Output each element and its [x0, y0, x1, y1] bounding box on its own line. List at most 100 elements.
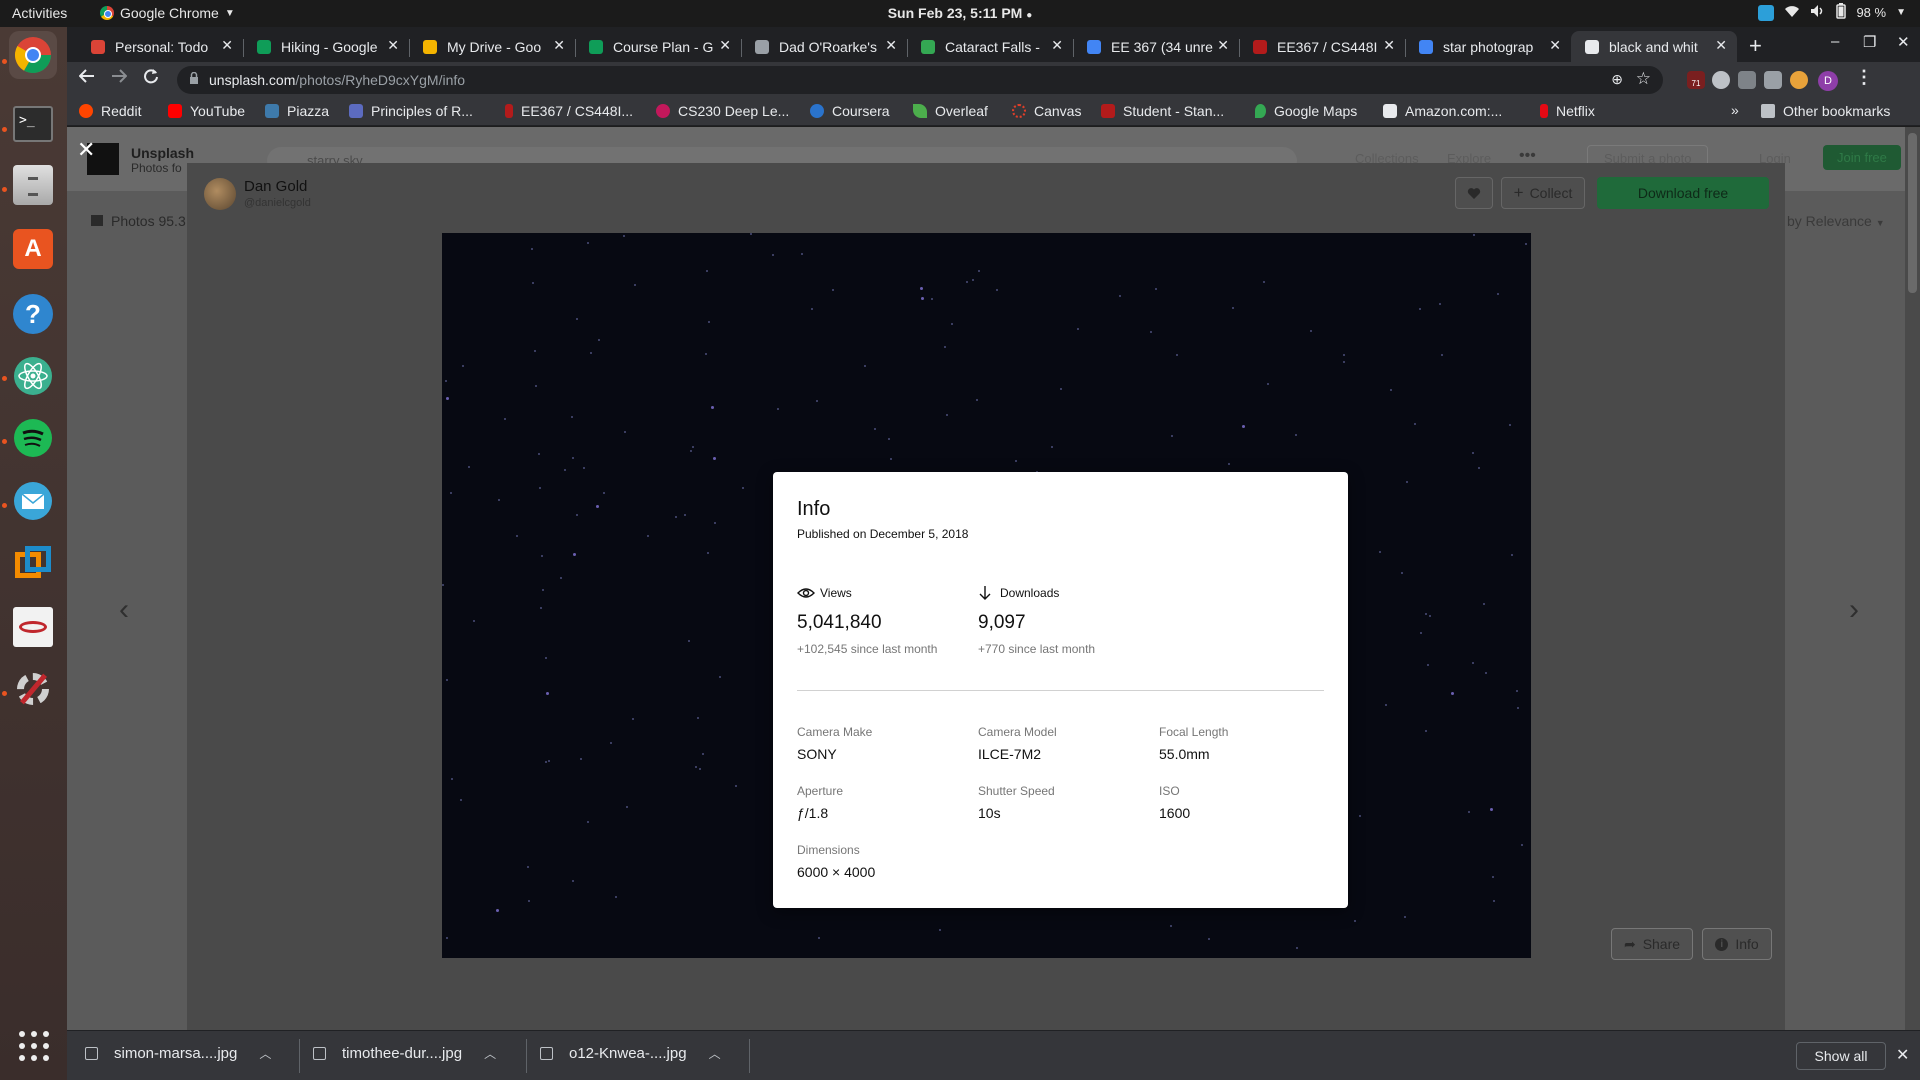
install-app-icon[interactable]: ⊕ — [1611, 71, 1623, 88]
scrollbar-thumb[interactable] — [1908, 133, 1917, 293]
author-name[interactable]: Dan Gold — [244, 178, 307, 195]
dock-terminal[interactable]: >_ — [9, 100, 57, 148]
star-dot — [595, 505, 599, 508]
dock-help[interactable]: ? — [9, 290, 57, 338]
back-button[interactable] — [78, 68, 95, 89]
extension-icon[interactable] — [1712, 71, 1730, 89]
dock-settings[interactable] — [9, 665, 57, 713]
tab[interactable]: Personal: Todo ✕ — [77, 31, 243, 62]
extension-icon[interactable] — [1738, 71, 1756, 89]
tab[interactable]: Hiking - Google ✕ — [243, 31, 409, 62]
collect-button[interactable]: + Collect — [1501, 177, 1585, 209]
close-tab-icon[interactable]: ✕ — [1217, 37, 1229, 54]
author-handle: @danielcgold — [244, 197, 311, 209]
forward-button[interactable] — [111, 68, 128, 89]
star-dot — [1379, 550, 1382, 553]
previous-photo-chevron-icon[interactable]: ‹ — [119, 593, 129, 627]
close-tab-icon[interactable]: ✕ — [221, 37, 233, 54]
bookmark-reddit[interactable]: Reddit — [79, 103, 141, 119]
clock[interactable]: Sun Feb 23, 5:11 PM ● — [0, 5, 1920, 21]
close-window-button[interactable]: ✕ — [1897, 33, 1910, 51]
tab-title: Hiking - Google — [281, 38, 378, 55]
dock-files[interactable] — [9, 161, 57, 209]
chevron-up-icon[interactable]: ︿ — [484, 1045, 496, 1062]
close-tab-icon[interactable]: ✕ — [553, 37, 565, 54]
close-downloads-bar-icon[interactable]: ✕ — [1896, 1045, 1909, 1065]
tab[interactable]: Cataract Falls - ✕ — [907, 31, 1073, 62]
extension-icon[interactable]: 71 — [1687, 71, 1705, 89]
star-dot — [978, 270, 980, 273]
photos-tab[interactable]: Photos 95.3 — [91, 213, 186, 229]
close-tab-icon[interactable]: ✕ — [1715, 37, 1727, 54]
chevron-up-icon[interactable]: ︿ — [709, 1045, 721, 1062]
other-bookmarks[interactable]: Other bookmarks — [1761, 103, 1890, 119]
show-applications-icon[interactable] — [19, 1031, 49, 1061]
bookmark-principles[interactable]: Principles of R... — [349, 103, 473, 119]
chevron-up-icon[interactable]: ︿ — [259, 1045, 271, 1062]
close-tab-icon[interactable]: ✕ — [1051, 37, 1063, 54]
show-all-downloads-button[interactable]: Show all — [1796, 1042, 1886, 1070]
bookmark-coursera[interactable]: Coursera — [810, 103, 890, 119]
like-button[interactable] — [1455, 177, 1493, 209]
close-tab-icon[interactable]: ✕ — [719, 37, 731, 54]
bookmark-google-maps[interactable]: Google Maps — [1255, 103, 1357, 119]
system-tray[interactable]: 98 % ▼ — [1758, 3, 1906, 22]
download-item[interactable]: simon-marsa....jpg ︿ — [85, 1045, 271, 1062]
dock-software[interactable]: A — [9, 225, 57, 273]
dock-document-viewer[interactable] — [9, 603, 57, 651]
tab[interactable]: Dad O'Roarke's ✕ — [741, 31, 907, 62]
star-dot — [708, 320, 711, 323]
tab-active[interactable]: black and whit ✕ — [1571, 31, 1737, 62]
close-tab-icon[interactable]: ✕ — [1383, 37, 1395, 54]
author-avatar[interactable] — [204, 178, 236, 210]
bookmark-star-icon[interactable]: ☆ — [1636, 69, 1651, 89]
star-dot — [1429, 615, 1432, 618]
download-free-button[interactable]: Download free — [1597, 177, 1769, 209]
star-dot — [1478, 466, 1481, 469]
extension-icon[interactable] — [1764, 71, 1782, 89]
star-dot — [545, 760, 548, 763]
tab[interactable]: EE367 / CS448I ✕ — [1239, 31, 1405, 62]
tab[interactable]: EE 367 (34 unre ✕ — [1073, 31, 1239, 62]
bookmark-student[interactable]: Student - Stan... — [1101, 103, 1224, 119]
bookmark-amazon[interactable]: Amazon.com:... — [1383, 103, 1502, 119]
dock-chrome[interactable] — [9, 31, 57, 79]
scrollbar[interactable] — [1905, 127, 1920, 1030]
download-item[interactable]: o12-Knwea-....jpg ︿ — [540, 1045, 721, 1062]
dock-mail[interactable] — [9, 477, 57, 525]
dock-atom[interactable] — [9, 352, 57, 400]
bookmark-canvas[interactable]: Canvas — [1012, 103, 1081, 119]
reload-button[interactable] — [143, 68, 159, 89]
bookmark-netflix[interactable]: Netflix — [1540, 103, 1595, 119]
chrome-menu-icon[interactable]: ⋮ — [1855, 67, 1873, 88]
bookmark-youtube[interactable]: YouTube — [168, 103, 245, 119]
bookmark-ee367[interactable]: EE367 / CS448I... — [505, 103, 633, 119]
next-photo-chevron-icon[interactable]: › — [1849, 593, 1859, 627]
close-tab-icon[interactable]: ✕ — [1549, 37, 1561, 54]
close-overlay-button[interactable]: ✕ — [77, 137, 95, 163]
new-tab-button[interactable]: + — [1749, 33, 1762, 59]
address-bar[interactable]: unsplash.com/photos/RyheD9cxYgM/info ⊕ ☆ — [177, 66, 1663, 94]
dock-vmware[interactable] — [9, 540, 57, 588]
wifi-icon — [1784, 4, 1800, 21]
tab[interactable]: Course Plan - G ✕ — [575, 31, 741, 62]
bookmark-piazza[interactable]: Piazza — [265, 103, 329, 119]
download-item[interactable]: timothee-dur....jpg ︿ — [313, 1045, 496, 1062]
dock-spotify[interactable] — [9, 414, 57, 462]
join-free-button[interactable]: Join free — [1823, 145, 1901, 170]
close-tab-icon[interactable]: ✕ — [387, 37, 399, 54]
profile-avatar[interactable]: D — [1818, 71, 1838, 91]
extension-icon[interactable] — [1790, 71, 1808, 89]
tab[interactable]: star photograp ✕ — [1405, 31, 1571, 62]
tab[interactable]: My Drive - Goo ✕ — [409, 31, 575, 62]
bookmark-overleaf[interactable]: Overleaf — [913, 103, 988, 119]
close-tab-icon[interactable]: ✕ — [885, 37, 897, 54]
star-dot — [1418, 308, 1421, 311]
sort-dropdown[interactable]: by Relevance ▼ — [1787, 213, 1885, 229]
bookmark-cs230[interactable]: CS230 Deep Le... — [656, 103, 789, 119]
share-button[interactable]: ➦ Share — [1611, 928, 1693, 960]
restore-window-button[interactable]: ❐ — [1863, 33, 1876, 51]
info-button[interactable]: i Info — [1702, 928, 1772, 960]
minimize-window-button[interactable]: – — [1831, 33, 1839, 50]
bookmarks-overflow-chevron-icon[interactable]: » — [1731, 102, 1739, 118]
